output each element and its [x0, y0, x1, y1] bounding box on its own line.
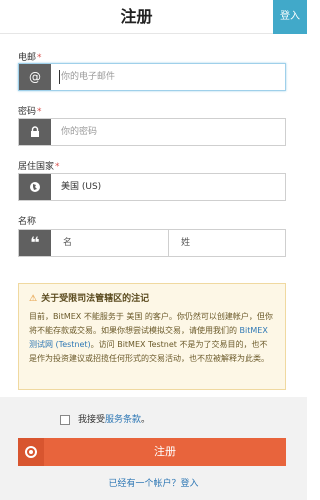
- last-name-input[interactable]: 姓: [169, 230, 285, 256]
- country-value: 美国 (US): [61, 182, 102, 192]
- country-select[interactable]: 美国 (US): [18, 173, 286, 201]
- page-title: 注册: [120, 7, 153, 26]
- terms-checkbox[interactable]: [60, 415, 70, 425]
- target-icon: [18, 438, 44, 466]
- restricted-jurisdiction-notice: ⚠ 关于受限司法管辖区的注记 目前，BitMEX 不能服务于 美国 的客户。你仍然…: [18, 283, 286, 390]
- at-icon: @: [19, 64, 51, 90]
- password-label: 密码*: [18, 107, 42, 117]
- form-footer: 我接受服务条款。 注册 已经有一个帐户？登入: [0, 397, 307, 500]
- terms-link[interactable]: 服务条款: [105, 415, 141, 425]
- terms-text: 我接受服务条款。: [78, 415, 151, 425]
- password-field[interactable]: 你的密码: [18, 118, 286, 146]
- first-name-input[interactable]: 名: [51, 230, 169, 256]
- header: 注册 登入: [0, 0, 307, 34]
- notice-body: 目前，BitMEX 不能服务于 美国 的客户。你仍然可以创建帐户，但你将不能存款…: [29, 312, 273, 363]
- login-button[interactable]: 登入: [273, 0, 307, 34]
- globe-icon: [19, 174, 51, 200]
- register-button[interactable]: 注册: [18, 438, 286, 466]
- email-field[interactable]: @ 你的电子邮件: [18, 63, 286, 91]
- quote-icon: ❝: [19, 230, 51, 256]
- register-label: 注册: [154, 445, 176, 458]
- lock-icon: [19, 119, 51, 145]
- password-placeholder: 你的密码: [61, 127, 98, 137]
- email-label: 电邮*: [18, 53, 42, 63]
- notice-title: ⚠ 关于受限司法管辖区的注记: [29, 294, 150, 304]
- text-cursor: [59, 70, 60, 84]
- email-placeholder: 你的电子邮件: [61, 72, 116, 82]
- name-fields: ❝ 名 姓: [18, 229, 286, 257]
- name-label: 名称: [18, 217, 37, 227]
- country-label: 居住国家*: [18, 162, 60, 172]
- have-account-login-link[interactable]: 已经有一个帐户？登入: [0, 476, 307, 489]
- warning-icon: ⚠: [29, 294, 38, 304]
